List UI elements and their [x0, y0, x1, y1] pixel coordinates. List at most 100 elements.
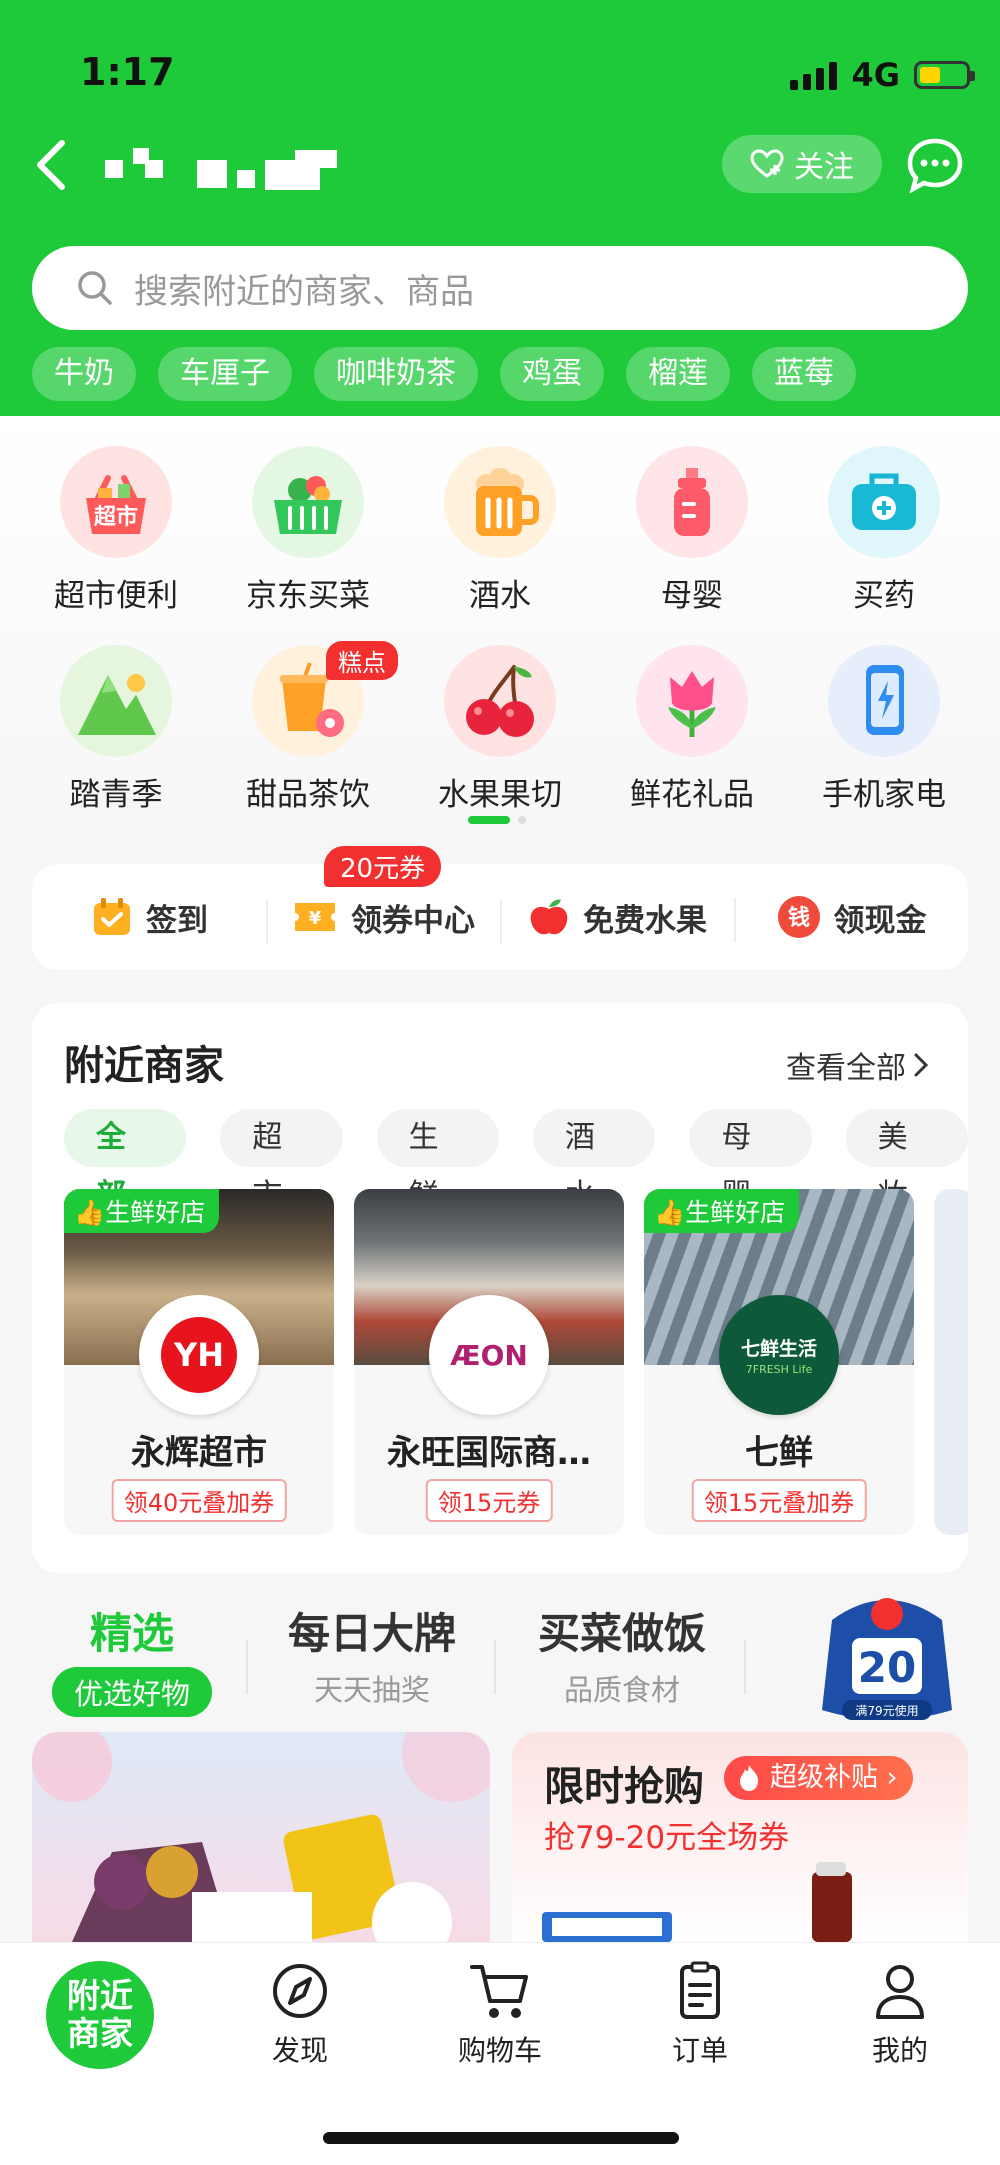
tab-orders[interactable]: 订单: [625, 1961, 775, 2069]
cash-icon-text: 钱: [787, 905, 809, 931]
hot-tag[interactable]: 咖啡奶茶: [314, 347, 478, 401]
svg-text:¥: ¥: [309, 908, 322, 929]
beer-mug-icon: [444, 446, 556, 558]
tab-divider: [246, 1640, 248, 1694]
hot-tag[interactable]: 牛奶: [32, 347, 136, 401]
category-spring-outing[interactable]: 踏青季: [20, 645, 212, 814]
nearby-stores-card: 附近商家 查看全部 全部 超市 生鲜 酒水 母婴 美妆 👍生鲜好店 YH 永辉超…: [32, 1003, 968, 1573]
store-coupon-button[interactable]: 领40元叠加券: [111, 1479, 287, 1522]
category-label: 超市便利: [54, 578, 178, 614]
search-placeholder: 搜索附近的商家、商品: [134, 271, 474, 312]
tab-profile[interactable]: 我的: [825, 1961, 975, 2069]
search-input[interactable]: 搜索附近的商家、商品: [32, 246, 968, 330]
category-label: 手机家电: [822, 777, 946, 813]
category-baby[interactable]: 母婴: [596, 446, 788, 615]
store-logo: 七鲜生活 7FRESH Life: [719, 1295, 839, 1415]
cherry-icon: [444, 645, 556, 757]
super-subsidy-tag[interactable]: 超级补贴 ›: [724, 1756, 914, 1800]
promo-coupon-badge[interactable]: 20 满79元使用: [812, 1590, 962, 1730]
see-all-link[interactable]: 查看全部: [786, 1043, 930, 1087]
page-indicator: [468, 816, 526, 824]
calendar-check-icon: [94, 898, 130, 935]
filter-chip[interactable]: 超市: [220, 1109, 343, 1213]
tab-discover[interactable]: 发现: [225, 1961, 375, 2069]
coupon-center-button[interactable]: ¥ 领券中心: [266, 895, 500, 943]
store-name: 七鲜: [745, 1433, 813, 1473]
category-fruit[interactable]: 水果果切: [404, 645, 596, 814]
category-flowers[interactable]: 鲜花礼品: [596, 645, 788, 814]
cart-icon: [470, 1965, 528, 2018]
vegetable-basket-icon: [252, 446, 364, 558]
checkin-button[interactable]: 签到: [32, 895, 266, 940]
back-arrow-icon[interactable]: [28, 135, 78, 195]
fresh-store-tag: 👍生鲜好店: [64, 1189, 220, 1233]
store-logo: YH: [139, 1295, 259, 1415]
category-dessert-tea[interactable]: 糕点 甜品茶饮: [212, 641, 404, 814]
baby-bottle-icon: [636, 446, 748, 558]
logo-text: ÆON: [450, 1339, 528, 1372]
filter-chip[interactable]: 母婴: [689, 1109, 812, 1213]
tab-label: 我的: [871, 2034, 928, 2067]
category-label: 水果果切: [438, 777, 562, 813]
thumbs-up-icon: 👍: [654, 1198, 686, 1227]
store-coupon-button[interactable]: 领15元叠加券: [691, 1479, 867, 1522]
tab-title: 精选: [89, 1609, 174, 1658]
category-icon-text: 超市: [94, 504, 138, 530]
tulip-icon: [636, 645, 748, 757]
store-card-7fresh[interactable]: 👍生鲜好店 七鲜生活 7FRESH Life 七鲜 领15元叠加券: [644, 1189, 914, 1535]
flash-sale-card[interactable]: 限时抢购 超级补贴 › 抢79-20元全场券: [512, 1732, 968, 1942]
store-coupon-button[interactable]: 领15元券: [425, 1479, 553, 1522]
logo-text: 七鲜生活: [741, 1337, 817, 1360]
filter-chip[interactable]: 美妆: [845, 1109, 968, 1213]
category-supermarket[interactable]: 超市 超市便利: [20, 446, 212, 615]
tab-label: 购物车: [457, 2034, 542, 2067]
hot-tag[interactable]: 鸡蛋: [500, 347, 604, 401]
tab-subtitle: 优选好物: [51, 1667, 212, 1717]
hot-tag[interactable]: 榴莲: [626, 347, 730, 401]
tab-label: 订单: [671, 2034, 728, 2067]
tab-cooking[interactable]: 买菜做饭 品质食材: [522, 1600, 722, 1709]
logo-text: YH: [173, 1336, 224, 1374]
tab-daily-brands[interactable]: 每日大牌 天天抽奖: [272, 1600, 472, 1709]
qa-label: 领现金: [833, 902, 927, 939]
coupon-tip-badge: 20元券: [324, 846, 442, 887]
status-time: 1:17: [80, 50, 175, 94]
mountain-icon: [60, 645, 172, 757]
category-grid: 超市 超市便利 京东买菜 酒水 母婴 买药 踏青季 糕点 甜品茶饮 水果果切 鲜…: [20, 446, 980, 814]
category-groceries[interactable]: 京东买菜: [212, 446, 404, 615]
tab-label: 发现: [271, 2034, 328, 2067]
store-card-yonghui[interactable]: 👍生鲜好店 YH 永辉超市 领40元叠加券: [64, 1189, 334, 1535]
category-drinks[interactable]: 酒水: [404, 446, 596, 615]
get-cash-button[interactable]: 钱 领现金: [734, 894, 968, 942]
filter-chip[interactable]: 酒水: [532, 1109, 656, 1213]
user-icon: [876, 1965, 924, 2019]
tab-featured[interactable]: 精选 优选好物: [32, 1600, 232, 1717]
category-label: 鲜花礼品: [630, 777, 754, 813]
flash-sale-subtitle: 抢79-20元全场券: [544, 1820, 790, 1856]
category-label: 酒水: [469, 578, 531, 614]
hot-tag[interactable]: 车厘子: [158, 347, 292, 401]
message-icon[interactable]: [905, 135, 965, 195]
category-electronics[interactable]: 手机家电: [788, 645, 980, 814]
filter-chip[interactable]: 生鲜: [376, 1109, 499, 1213]
category-label: 踏青季: [69, 777, 163, 813]
tab-subtitle: 品质食材: [563, 1673, 680, 1707]
tab-nearby-stores[interactable]: 附近商家: [46, 1961, 154, 2069]
quick-actions-bar: 签到 ¥ 领券中心 免费水果 钱 领现金: [32, 864, 968, 970]
store-card-partial[interactable]: [934, 1189, 968, 1535]
featured-banner[interactable]: [32, 1732, 490, 1942]
coupon-icon: ¥: [295, 903, 335, 931]
flash-sale-products: [542, 1862, 852, 1942]
free-fruit-button[interactable]: 免费水果: [500, 895, 734, 943]
apple-icon: [530, 899, 568, 935]
category-medicine[interactable]: 买药: [788, 446, 980, 615]
filter-chip-all[interactable]: 全部: [64, 1109, 187, 1213]
follow-button[interactable]: 关注: [722, 135, 882, 193]
search-icon: [78, 271, 112, 305]
hot-tag[interactable]: 蓝莓: [752, 347, 856, 401]
tab-cart[interactable]: 购物车: [425, 1961, 575, 2069]
category-label: 买药: [853, 578, 915, 614]
home-indicator: [323, 2132, 679, 2144]
cash-icon: 钱: [777, 896, 820, 938]
store-card-aeon[interactable]: ÆON 永旺国际商… 领15元券: [354, 1189, 624, 1535]
